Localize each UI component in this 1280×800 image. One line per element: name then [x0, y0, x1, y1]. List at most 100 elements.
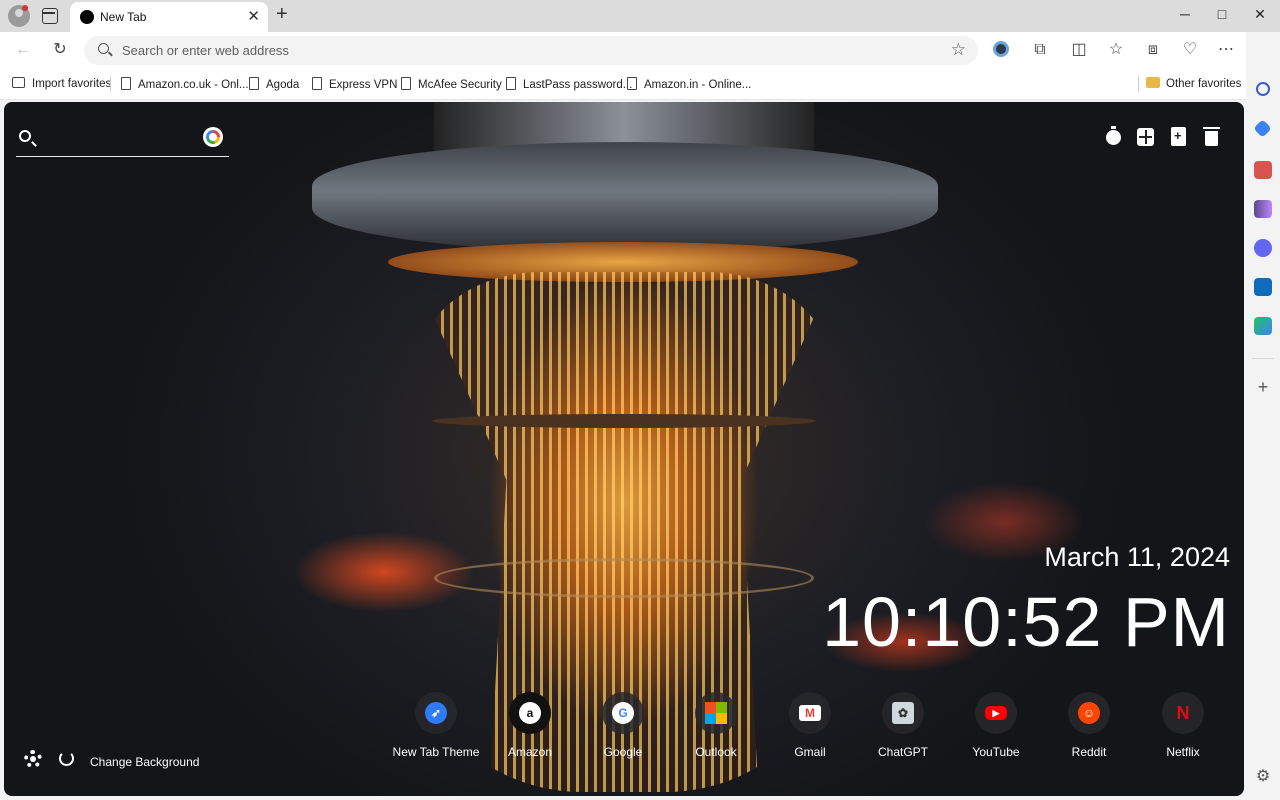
sidebar-shopping-icon[interactable]: [1253, 119, 1272, 138]
background-image-plate: [432, 414, 816, 428]
other-favorites-label: Other favorites: [1166, 78, 1242, 90]
shortcut-amazon[interactable]: a Amazon: [485, 692, 575, 759]
page-icon: [312, 77, 322, 90]
shortcut-google[interactable]: G Google: [578, 692, 668, 759]
shortcut-label: YouTube: [972, 745, 1020, 759]
sidebar-games-icon[interactable]: [1254, 200, 1272, 218]
minimize-button[interactable]: ─: [1175, 6, 1195, 22]
browser-essentials-icon[interactable]: [993, 41, 1009, 57]
collections-icon[interactable]: ⧈: [1143, 40, 1163, 60]
trash-icon[interactable]: [1203, 127, 1220, 146]
favorite-express-vpn[interactable]: Express VPN: [312, 77, 397, 91]
date-display: March 11, 2024: [1044, 542, 1230, 572]
split-screen-icon[interactable]: ◫: [1069, 40, 1089, 60]
import-icon: [12, 77, 25, 88]
google-icon: G: [612, 702, 634, 724]
search-icon: [19, 130, 31, 142]
favorite-label: Amazon.co.uk - Onl...: [138, 79, 249, 91]
shortcut-label: Google: [603, 745, 643, 759]
favorite-star-icon[interactable]: ☆: [951, 40, 966, 60]
other-favorites-folder[interactable]: Other favorites: [1146, 77, 1241, 90]
refresh-background-icon[interactable]: [59, 751, 74, 766]
calculator-icon[interactable]: [1137, 128, 1154, 146]
shortcut-youtube[interactable]: ▶ YouTube: [951, 692, 1041, 759]
favorite-label: Import favorites: [32, 78, 112, 90]
page-icon: [249, 77, 259, 90]
performance-icon[interactable]: ♡: [1180, 40, 1200, 60]
shortcut-reddit[interactable]: ☺ Reddit: [1044, 692, 1134, 759]
shortcut-chatgpt[interactable]: ✿ ChatGPT: [858, 692, 948, 759]
sidebar-search-icon[interactable]: [1256, 82, 1270, 96]
rocket-icon: ➶: [425, 702, 447, 724]
favorite-label: Amazon.in - Online...: [644, 79, 752, 91]
maximize-button[interactable]: □: [1212, 6, 1232, 22]
close-window-button[interactable]: ✕: [1250, 6, 1270, 23]
extensions-icon[interactable]: ⧉: [1030, 40, 1050, 60]
shortcut-icon-circle: N: [1162, 692, 1204, 734]
shortcut-label: Gmail: [794, 745, 826, 759]
favorite-lastpass[interactable]: LastPass password...: [506, 77, 632, 91]
more-options-icon[interactable]: ⋯: [1216, 40, 1236, 60]
shortcut-label: Amazon: [507, 745, 553, 759]
reddit-icon: ☺: [1078, 702, 1100, 724]
tab-strip: New Tab ✕ + ─ □ ✕: [0, 0, 1280, 32]
sidebar-settings-icon[interactable]: ⚙: [1254, 768, 1272, 786]
page-icon: [401, 77, 411, 90]
favorite-agoda[interactable]: Agoda: [249, 77, 299, 91]
address-input[interactable]: [122, 36, 922, 65]
tab-new-tab[interactable]: New Tab ✕: [70, 2, 268, 32]
gear-icon[interactable]: [24, 750, 42, 768]
tab-actions-icon[interactable]: [42, 8, 58, 24]
back-icon[interactable]: ←: [13, 40, 33, 60]
shortcut-netflix[interactable]: N Netflix: [1138, 692, 1228, 759]
favorite-label: McAfee Security: [418, 79, 502, 91]
shortcut-label: Outlook: [695, 745, 737, 759]
shortcut-new-tab-theme[interactable]: ➶ New Tab Theme: [391, 692, 481, 759]
favorite-import[interactable]: Import favorites: [12, 77, 111, 90]
favorite-label: Express VPN: [329, 79, 398, 91]
favorites-divider: [1138, 76, 1139, 92]
sidebar-divider: [1252, 358, 1274, 359]
timer-icon[interactable]: [1104, 126, 1124, 148]
shortcut-gmail[interactable]: M Gmail: [765, 692, 855, 759]
favorites-divider: [110, 76, 111, 92]
sidebar-tools-icon[interactable]: [1254, 161, 1272, 179]
sidebar-outlook-icon[interactable]: [1254, 278, 1272, 296]
shortcut-icon-circle: a: [509, 692, 551, 734]
sidebar-drop-icon[interactable]: [1254, 317, 1272, 335]
sidebar-add-icon[interactable]: +: [1254, 378, 1272, 396]
netflix-icon: N: [1176, 703, 1190, 723]
tab-favicon-icon: [80, 10, 94, 24]
sidebar-microsoft365-icon[interactable]: [1254, 239, 1272, 257]
page-icon: [627, 77, 637, 90]
favorite-amazon-in[interactable]: Amazon.in - Online...: [627, 77, 751, 91]
favorite-amazon-uk[interactable]: Amazon.co.uk - Onl...: [121, 77, 249, 91]
shortcut-label: Netflix: [1166, 745, 1200, 759]
tab-title: New Tab: [100, 10, 147, 24]
favorite-mcafee[interactable]: McAfee Security: [401, 77, 502, 91]
shortcut-icon-circle: [695, 692, 737, 734]
favorite-label: LastPass password...: [523, 79, 633, 91]
clock-display: 10:10:52 PM: [822, 583, 1230, 661]
amazon-icon: a: [519, 702, 541, 724]
shortcut-label: New Tab Theme: [392, 745, 480, 759]
background-image-plate: [434, 558, 814, 598]
shortcut-outlook[interactable]: Outlook: [671, 692, 761, 759]
search-input[interactable]: [46, 126, 196, 152]
new-tab-page: March 11, 2024 10:10:52 PM ➶ New Tab The…: [4, 102, 1244, 796]
change-background-button[interactable]: Change Background: [90, 755, 199, 769]
shortcut-icon-circle: ➶: [415, 692, 457, 734]
new-tab-button[interactable]: +: [276, 3, 288, 26]
refresh-icon[interactable]: ↻: [50, 40, 70, 60]
favorites-bar: Import favorites Amazon.co.uk - Onl... A…: [0, 68, 1280, 100]
top-tools: [1104, 126, 1224, 150]
shortcut-label: Reddit: [1071, 745, 1107, 759]
tab-close-icon[interactable]: ✕: [247, 7, 260, 25]
google-icon[interactable]: [203, 127, 223, 147]
folder-icon: [1146, 77, 1160, 88]
edge-sidebar: + ⚙: [1246, 32, 1280, 800]
address-bar[interactable]: ☆: [84, 36, 978, 65]
search-box[interactable]: [16, 122, 229, 157]
add-note-icon[interactable]: [1171, 127, 1186, 146]
favorites-icon[interactable]: ☆: [1106, 40, 1126, 60]
